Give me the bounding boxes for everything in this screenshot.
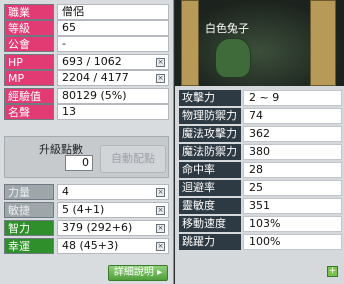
- stat-value: 13: [57, 104, 169, 120]
- detail-value: 380: [243, 144, 342, 160]
- detail-label: 魔法攻擊力: [179, 126, 241, 142]
- detail-value: 103%: [243, 216, 342, 232]
- detail-row: 魔法防禦力 380: [179, 144, 342, 160]
- attr-row-str: 力量 4 ×: [4, 184, 169, 200]
- dex-value: 5 (4+1): [62, 203, 105, 216]
- stat-row-exp: 經驗值 80129 (5%): [4, 88, 169, 104]
- detail-label: 命中率: [179, 162, 241, 178]
- mob-name: 白色兔子: [205, 22, 249, 35]
- stat-label: HP: [4, 54, 54, 70]
- stat-value: 80129 (5%): [57, 88, 169, 104]
- detail-row: 迴避率 25: [179, 180, 342, 196]
- detail-value: 74: [243, 108, 342, 124]
- tree-trunk: [310, 0, 336, 86]
- int-value: 379 (292+6): [62, 221, 133, 234]
- attr-row-luk: 幸運 48 (45+3) ×: [4, 238, 169, 254]
- luk-value: 48 (45+3): [62, 239, 119, 252]
- hp-add-button[interactable]: ×: [156, 58, 165, 67]
- detail-row: 物理防禦力 74: [179, 108, 342, 124]
- attr-label: 智力: [4, 220, 54, 236]
- stat-label: 職業: [4, 4, 54, 20]
- detail-button-label: 詳細說明: [113, 267, 154, 278]
- detail-label: 魔法防禦力: [179, 144, 241, 160]
- auto-assign-button[interactable]: 自動配點: [100, 145, 166, 173]
- stat-row-job: 職業 僧侶: [4, 4, 169, 20]
- mp-add-button[interactable]: ×: [156, 74, 165, 83]
- detail-row: 靈敏度 351: [179, 198, 342, 214]
- attr-value: 4 ×: [57, 184, 169, 200]
- stat-value: 2204 / 4177 ×: [57, 70, 169, 86]
- stat-value: 僧侶: [57, 4, 169, 20]
- stat-label: 經驗值: [4, 88, 54, 104]
- hp-value: 693 / 1062: [62, 55, 122, 68]
- ability-points-panel: 升級點數 0 自動配點: [4, 136, 169, 178]
- attr-value: 5 (4+1) ×: [57, 202, 169, 218]
- attr-label: 幸運: [4, 238, 54, 254]
- stat-row-level: 等級 65: [4, 20, 169, 36]
- str-value: 4: [62, 185, 69, 198]
- ability-points-value: 0: [65, 155, 93, 171]
- detail-label: 物理防禦力: [179, 108, 241, 124]
- tree-trunk: [181, 0, 199, 86]
- detail-row: 移動速度 103%: [179, 216, 342, 232]
- character-stat-window: 職業 僧侶 等級 65 公會 - HP 693 / 1062 × MP 2204…: [0, 0, 174, 284]
- detail-label: 跳躍力: [179, 234, 241, 250]
- detail-value: 362: [243, 126, 342, 142]
- detail-value: 28: [243, 162, 342, 178]
- detail-row: 魔法攻擊力 362: [179, 126, 342, 142]
- detail-label: 靈敏度: [179, 198, 241, 214]
- detail-value: 25: [243, 180, 342, 196]
- detail-button[interactable]: 詳細說明 ▸: [108, 265, 168, 281]
- detail-row: 攻擊力 2 ~ 9: [179, 90, 342, 106]
- stat-value: -: [57, 36, 169, 52]
- detail-value: 2 ~ 9: [243, 90, 342, 106]
- detail-label: 攻擊力: [179, 90, 241, 106]
- detail-label: 移動速度: [179, 216, 241, 232]
- luk-add-button[interactable]: ×: [156, 242, 165, 251]
- play-icon: ▸: [157, 267, 163, 278]
- str-add-button[interactable]: ×: [156, 188, 165, 197]
- attr-value: 379 (292+6) ×: [57, 220, 169, 236]
- attr-value: 48 (45+3) ×: [57, 238, 169, 254]
- int-add-button[interactable]: ×: [156, 224, 165, 233]
- attr-row-dex: 敏捷 5 (4+1) ×: [4, 202, 169, 218]
- stat-label: MP: [4, 70, 54, 86]
- detail-row: 命中率 28: [179, 162, 342, 178]
- detail-row: 跳躍力 100%: [179, 234, 342, 250]
- stat-label: 公會: [4, 36, 54, 52]
- detail-label: 迴避率: [179, 180, 241, 196]
- detail-value: 100%: [243, 234, 342, 250]
- attr-label: 敏捷: [4, 202, 54, 218]
- detail-stat-panel: 攻擊力 2 ~ 9 物理防禦力 74 魔法攻擊力 362 魔法防禦力 380 命…: [175, 86, 344, 284]
- stat-row-guild: 公會 -: [4, 36, 169, 52]
- dex-add-button[interactable]: ×: [156, 206, 165, 215]
- monster-sprite[interactable]: [215, 38, 251, 78]
- plus-button[interactable]: +: [327, 266, 338, 277]
- stat-label: 名聲: [4, 104, 54, 120]
- mp-value: 2204 / 4177: [62, 71, 129, 84]
- stat-value: 693 / 1062 ×: [57, 54, 169, 70]
- stat-row-hp: HP 693 / 1062 ×: [4, 54, 169, 70]
- stat-label: 等級: [4, 20, 54, 36]
- game-scene: 白色兔子: [175, 0, 344, 86]
- stat-row-mp: MP 2204 / 4177 ×: [4, 70, 169, 86]
- attr-label: 力量: [4, 184, 54, 200]
- stat-value: 65: [57, 20, 169, 36]
- attr-row-int: 智力 379 (292+6) ×: [4, 220, 169, 236]
- detail-value: 351: [243, 198, 342, 214]
- stat-row-fame: 名聲 13: [4, 104, 169, 120]
